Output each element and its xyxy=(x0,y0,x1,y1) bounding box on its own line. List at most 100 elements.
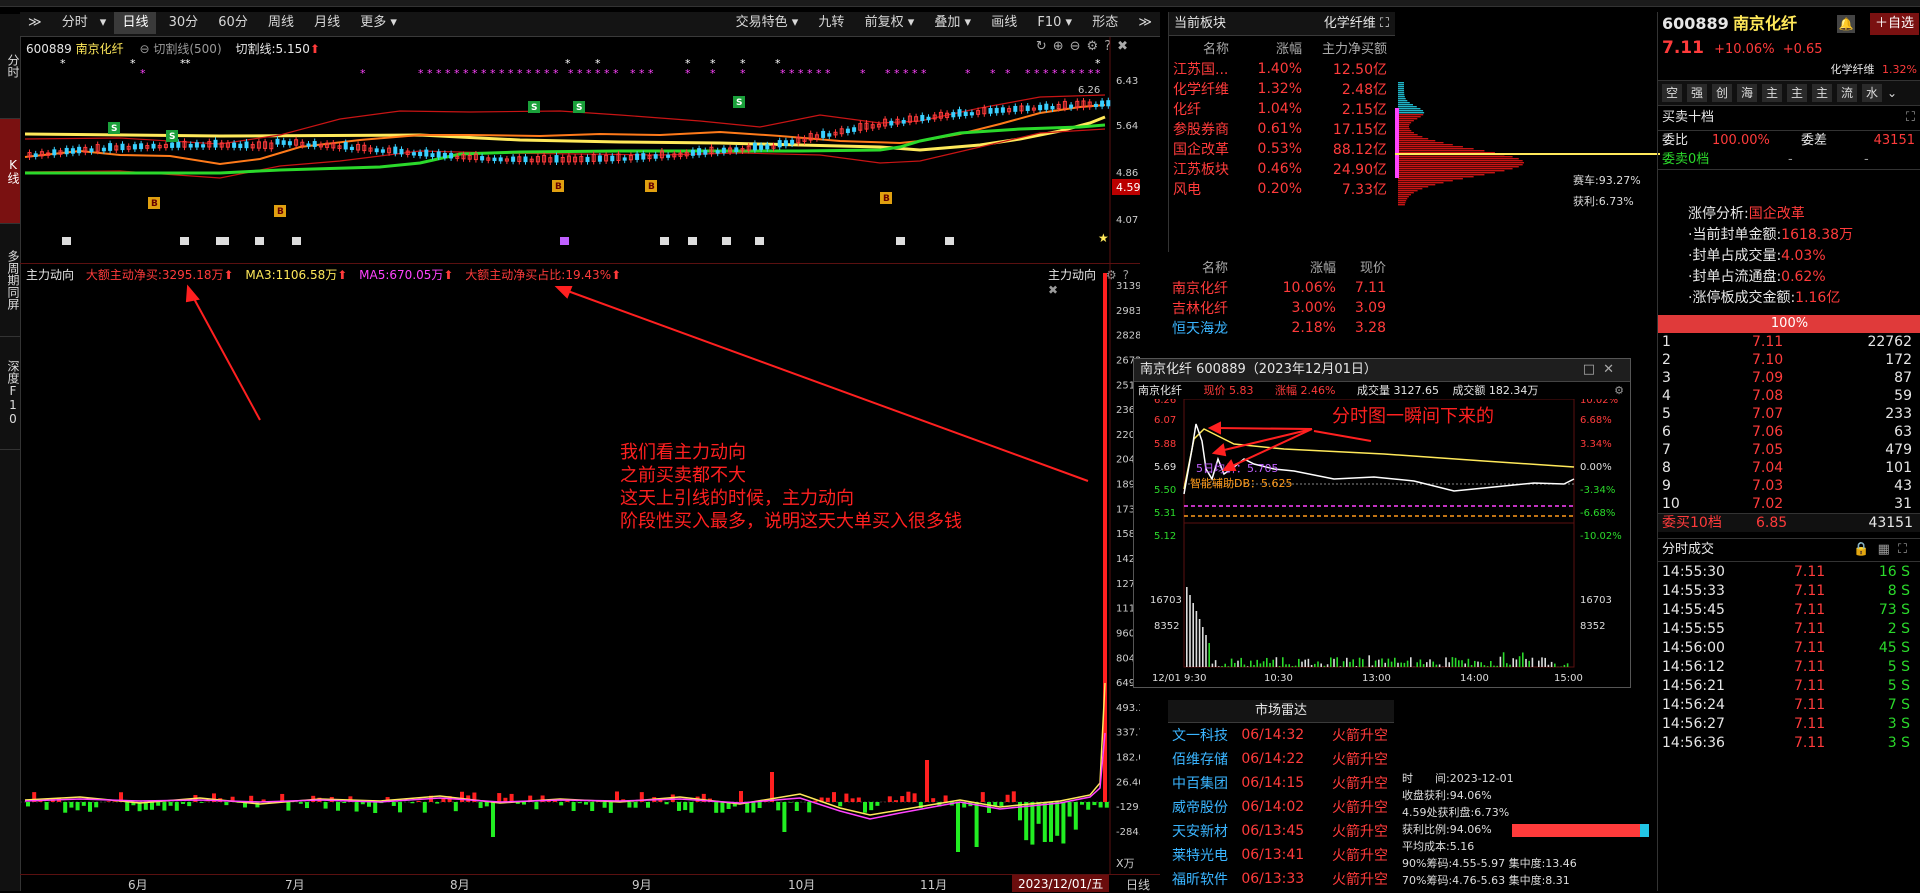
rail-kline[interactable]: K线 xyxy=(0,119,20,224)
settings-icon[interactable]: ⚙ xyxy=(1614,382,1624,400)
radar-row[interactable]: 中百集团06/14:15火箭升空 xyxy=(1168,771,1394,795)
popup-vol-bar xyxy=(1528,661,1530,667)
nine-turn-button[interactable]: 九转 xyxy=(810,12,852,34)
bid-row[interactable]: 37.0987 xyxy=(1658,369,1920,387)
radar-row[interactable]: 莱特光电06/13:41火箭升空 xyxy=(1168,843,1394,867)
bid-row[interactable]: 67.0663 xyxy=(1658,423,1920,441)
table-row[interactable]: 恒天海龙2.18%3.28 xyxy=(1168,318,1394,338)
quote-tab[interactable]: 主 xyxy=(1812,84,1832,102)
trade-feature-button[interactable]: 交易特色 ▾ xyxy=(728,12,807,34)
overlay-button[interactable]: 叠加 ▾ xyxy=(926,12,979,34)
bid-row[interactable]: 27.10172 xyxy=(1658,351,1920,369)
chevron-down-icon[interactable]: ⌄ xyxy=(1887,86,1897,100)
bid-row[interactable]: 107.0231 xyxy=(1658,495,1920,513)
pattern-button[interactable]: 形态 xyxy=(1084,12,1126,34)
table-row[interactable]: 参股券商0.61%17.15亿 xyxy=(1169,119,1395,139)
popup-vol-bar xyxy=(1548,665,1550,667)
table-row[interactable]: 化纤1.04%2.15亿 xyxy=(1169,99,1395,119)
quote-tab[interactable]: 流 xyxy=(1837,84,1857,102)
flow-bar xyxy=(1049,802,1053,842)
bell-icon[interactable]: 🔔 xyxy=(1837,15,1855,33)
radar-row[interactable]: 威帝股份06/14:02火箭升空 xyxy=(1168,795,1394,819)
period-week[interactable]: 周线 xyxy=(260,12,302,34)
quote-tab[interactable]: 海 xyxy=(1737,84,1757,102)
popup-vol-tick: 16703 xyxy=(1150,595,1182,606)
chip-close-profit: 收盘获利:94.06% xyxy=(1402,787,1652,804)
bid-row[interactable]: 87.04101 xyxy=(1658,459,1920,477)
table-row[interactable]: 江苏国...1.40%12.50亿 xyxy=(1169,59,1395,79)
radar-row[interactable]: 天安新材06/13:45火箭升空 xyxy=(1168,819,1394,843)
lock-icon[interactable]: 🔒 xyxy=(1853,542,1877,557)
maximize-icon[interactable]: □ xyxy=(1583,362,1603,377)
table-row[interactable]: 江苏板块0.46%24.90亿 xyxy=(1169,159,1395,179)
quote-tab[interactable]: 主 xyxy=(1787,84,1807,102)
quote-code: 600889 xyxy=(1662,14,1729,33)
quote-tab[interactable]: 创 xyxy=(1712,84,1732,102)
radar-row[interactable]: 福昕软件06/13:33火箭升空 xyxy=(1168,867,1394,891)
bid-row[interactable]: 97.0343 xyxy=(1658,477,1920,495)
radar-row[interactable]: 佰维存储06/14:22火箭升空 xyxy=(1168,747,1394,771)
period-day[interactable]: 日线 xyxy=(114,12,156,34)
popup-vol-bar xyxy=(1368,655,1370,667)
period-more[interactable]: 更多 ▾ xyxy=(352,12,405,34)
table-row[interactable]: 南京化纤10.06%7.11 xyxy=(1168,278,1394,298)
candle-body xyxy=(394,147,397,153)
expand-icon[interactable]: ≫ xyxy=(20,12,50,34)
table-row[interactable]: 吉林化纤3.00%3.09 xyxy=(1168,298,1394,318)
candle-body xyxy=(195,143,198,147)
flow-bar xyxy=(795,802,799,811)
bid-row[interactable]: 77.05479 xyxy=(1658,441,1920,459)
radar-event: 火箭升空 xyxy=(1318,843,1394,867)
period-60m[interactable]: 60分 xyxy=(210,12,256,34)
radar-title: 市场雷达 xyxy=(1168,700,1394,723)
quote-tab[interactable]: 水 xyxy=(1862,84,1882,102)
popup-vol-bar xyxy=(1320,663,1322,667)
expand-icon[interactable]: ⛶ xyxy=(1906,106,1915,130)
expand-icon[interactable]: ⛶ xyxy=(1380,16,1389,31)
bid-row[interactable]: 57.07233 xyxy=(1658,405,1920,423)
table-row[interactable]: 国企改革0.53%88.12亿 xyxy=(1169,139,1395,159)
table-row[interactable]: 风电0.20%7.33亿 xyxy=(1169,179,1395,199)
quote-tab[interactable]: 空 xyxy=(1662,84,1682,102)
bid-row[interactable]: 17.1122762 xyxy=(1658,333,1920,351)
quote-sector-pct: 1.32% xyxy=(1882,63,1917,76)
rail-multi-period[interactable]: 多周期同屏 xyxy=(0,224,20,337)
bid-level: 9 xyxy=(1658,477,1692,495)
popup-vol-bar xyxy=(1359,658,1361,667)
add-watchlist-button[interactable]: ＋自选 xyxy=(1870,13,1919,35)
kline-panel[interactable]: 600889 南京化纤 ⊖ 切割线(500) 切割线:5.150⬆ ↻⊕⊖⚙?✖… xyxy=(20,37,1140,264)
cell-value: 3.09 xyxy=(1336,298,1394,318)
close-icon[interactable]: ✕ xyxy=(1603,362,1622,377)
collapse-panel-icon[interactable]: ≫ xyxy=(1130,12,1160,34)
candle-body xyxy=(921,115,924,120)
quote-tab[interactable]: 主 xyxy=(1762,84,1782,102)
period-30m[interactable]: 30分 xyxy=(161,12,207,34)
expand-icon[interactable]: ⛶ xyxy=(1898,542,1915,557)
flow-bar xyxy=(758,802,762,808)
radar-event: 火箭升空 xyxy=(1318,795,1394,819)
bid-price: 7.05 xyxy=(1692,441,1837,459)
tick-price: 7.11 xyxy=(1758,695,1858,714)
flow-panel[interactable]: 主力动向 大额主动净买:3295.18万⬆ MA3:1106.58万⬆ MA5:… xyxy=(20,263,1140,875)
quote-panel: 600889 南京化纤 🔔 ＋自选 7.11 +10.06% +0.65 化学纤… xyxy=(1657,12,1920,891)
rail-timeshare[interactable]: 分时 xyxy=(0,14,20,119)
table-row[interactable]: 化学纤维1.32%2.48亿 xyxy=(1169,79,1395,99)
period-timeshare[interactable]: 分时 xyxy=(54,12,96,34)
radar-row[interactable]: 文一科技06/14:32火箭升空 xyxy=(1168,723,1394,747)
rail-f10[interactable]: 深度F10 xyxy=(0,337,20,450)
flow-bar xyxy=(844,794,848,802)
chip-bar xyxy=(1398,122,1411,123)
draw-button[interactable]: 画线 xyxy=(983,12,1025,34)
flow-bar xyxy=(925,760,929,802)
quote-tab[interactable]: 强 xyxy=(1687,84,1707,102)
sector-table: 名称 涨幅 主力净买额 江苏国...1.40%12.50亿化学纤维1.32%2.… xyxy=(1169,36,1395,199)
period-month[interactable]: 月线 xyxy=(306,12,348,34)
popup-vol-bar xyxy=(1244,665,1246,667)
period-dropdown-icon[interactable]: ▾ xyxy=(96,12,111,34)
f10-button[interactable]: F10 ▾ xyxy=(1029,12,1080,34)
chip-marker xyxy=(1395,108,1399,178)
adjust-button[interactable]: 前复权 ▾ xyxy=(857,12,923,34)
intraday-popup[interactable]: 南京化纤 600889（2023年12月01日） □✕ 南京化纤 现价 5.83… xyxy=(1133,358,1631,688)
bid-row[interactable]: 47.0859 xyxy=(1658,387,1920,405)
grid-icon[interactable]: ▦ xyxy=(1878,542,1898,557)
